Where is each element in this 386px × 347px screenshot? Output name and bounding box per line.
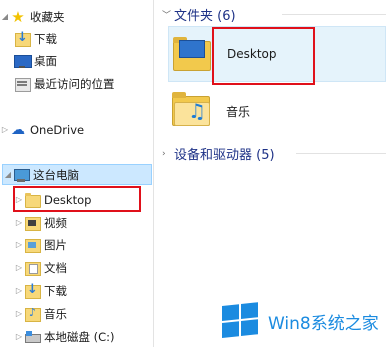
windows-logo-icon — [222, 302, 260, 340]
disk-icon — [24, 329, 41, 345]
desktop-folder-large-icon — [173, 35, 211, 71]
nav-label-downloads: 下载 — [34, 31, 57, 46]
chevron-right-icon[interactable]: › — [162, 149, 174, 159]
documents-folder-icon — [24, 260, 41, 276]
nav-item-music[interactable]: ▷ 音乐 — [14, 303, 167, 324]
group-divider — [282, 14, 386, 15]
folder-label-music: 音乐 — [226, 105, 251, 119]
annotation-box-nav-desktop — [13, 186, 141, 212]
nav-item-local-disk[interactable]: ▷ 本地磁盘 (C:) — [14, 326, 167, 347]
cloud-icon: ☁ — [11, 121, 25, 138]
nav-item-desktop[interactable]: 桌面 — [14, 50, 167, 71]
nav-label-videos: 视频 — [44, 215, 67, 230]
nav-item-pc-downloads[interactable]: ▷ 下载 — [14, 280, 167, 301]
nav-label-local-disk: 本地磁盘 (C:) — [44, 329, 115, 344]
nav-item-pictures[interactable]: ▷ 图片 — [14, 234, 167, 255]
downloads-folder-icon — [14, 30, 31, 47]
group-divider — [296, 153, 386, 154]
downloads-folder-icon — [24, 282, 41, 299]
watermark-text: Win8系统之家 — [268, 313, 379, 334]
star-icon: ★ — [11, 7, 25, 26]
nav-label-favorites: 收藏夹 — [30, 9, 65, 24]
nav-item-downloads[interactable]: 下载 — [14, 28, 167, 49]
computer-icon — [13, 167, 30, 183]
expand-arrow-icon[interactable]: ▷ — [14, 286, 24, 296]
nav-label-desktop: 桌面 — [34, 53, 57, 68]
pane-divider[interactable] — [153, 0, 154, 347]
expand-arrow-icon[interactable]: ▷ — [14, 309, 24, 319]
group-header-folders[interactable]: ﹀ 文件夹 (6) — [162, 5, 236, 24]
nav-label-onedrive: OneDrive — [30, 122, 85, 137]
group-title-devices: 设备和驱动器 (5) — [174, 148, 275, 163]
nav-item-recent[interactable]: 最近访问的位置 — [14, 73, 167, 94]
folder-tile-music[interactable]: ♫ 音乐 — [168, 86, 386, 136]
collapse-arrow-icon[interactable]: ◢ — [3, 170, 13, 180]
navigation-pane[interactable]: ◢ ★ 收藏夹 下载 桌面 最近访问的位置 ▷ ☁ OneDrive ◢ 这台电… — [0, 0, 153, 347]
group-title-folders: 文件夹 (6) — [174, 9, 236, 24]
nav-item-this-pc[interactable]: ◢ 这台电脑 — [2, 164, 152, 185]
expand-arrow-icon[interactable]: ▷ — [14, 218, 24, 228]
nav-label-recent: 最近访问的位置 — [34, 76, 115, 91]
nav-label-pc-downloads: 下载 — [44, 283, 67, 298]
annotation-box-desktop-tile — [212, 27, 315, 85]
expand-arrow-icon[interactable]: ▷ — [14, 240, 24, 250]
music-folder-icon — [24, 306, 41, 322]
nav-item-favorites[interactable]: ◢ ★ 收藏夹 — [0, 6, 153, 27]
nav-item-documents[interactable]: ▷ 文档 — [14, 257, 167, 278]
music-folder-large-icon: ♫ — [172, 90, 210, 126]
nav-item-videos[interactable]: ▷ 视频 — [14, 212, 167, 233]
expand-arrow-icon[interactable]: ▷ — [14, 263, 24, 273]
collapse-arrow-icon[interactable]: ◢ — [0, 12, 10, 22]
expand-arrow-icon[interactable]: ▷ — [0, 125, 10, 135]
chevron-down-icon[interactable]: ﹀ — [162, 8, 174, 21]
nav-label-music: 音乐 — [44, 306, 67, 321]
recent-places-icon — [14, 76, 31, 92]
group-header-devices[interactable]: › 设备和驱动器 (5) — [162, 144, 275, 163]
nav-label-this-pc: 这台电脑 — [33, 167, 79, 182]
desktop-icon — [14, 53, 32, 69]
videos-folder-icon — [24, 215, 41, 231]
pictures-folder-icon — [24, 237, 41, 253]
watermark: Win8系统之家 — [222, 302, 379, 340]
nav-label-pictures: 图片 — [44, 237, 67, 252]
nav-label-documents: 文档 — [44, 260, 67, 275]
nav-item-onedrive[interactable]: ▷ ☁ OneDrive — [0, 119, 153, 140]
expand-arrow-icon[interactable]: ▷ — [14, 332, 24, 342]
